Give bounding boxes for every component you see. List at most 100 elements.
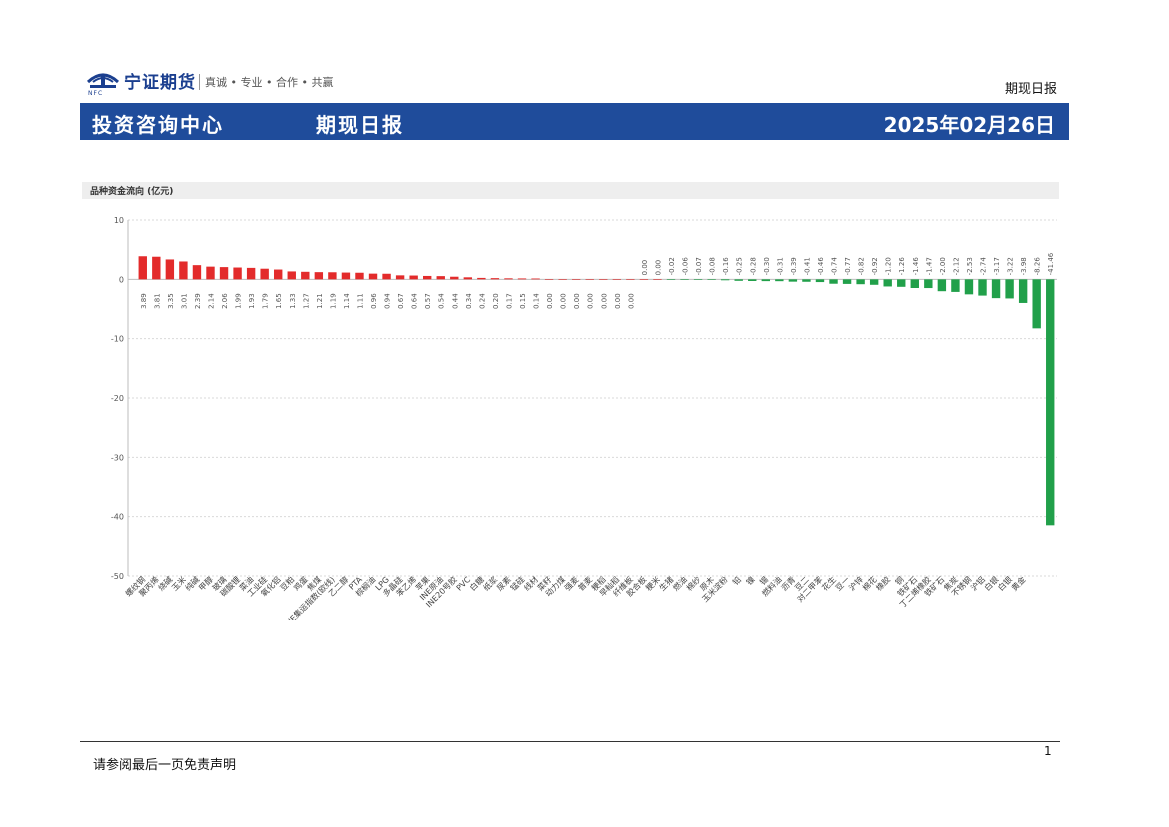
data-label: 1.27 [302, 293, 310, 309]
data-label: 0.67 [397, 293, 405, 309]
x-tick-label: 尿素 [494, 574, 512, 592]
data-label: 1.19 [329, 293, 337, 309]
bar [355, 272, 364, 280]
data-label: 0.34 [465, 293, 473, 309]
bar [680, 279, 689, 280]
data-label: 0.00 [614, 293, 622, 309]
bar [869, 279, 879, 285]
data-label: -0.41 [803, 257, 811, 275]
bar [788, 279, 798, 282]
data-label: -1.20 [885, 257, 893, 275]
y-tick-label: -30 [111, 453, 124, 462]
bar [219, 267, 229, 280]
bar [422, 275, 432, 280]
data-label: 1.79 [262, 293, 270, 309]
data-label: 0.15 [519, 293, 527, 309]
data-label: 0.00 [600, 293, 608, 309]
bar [802, 279, 811, 282]
bar [246, 267, 256, 280]
title-banner: 投资咨询中心 期现日报 2025年02月26日 [80, 103, 1069, 140]
data-label: 2.06 [221, 293, 229, 309]
page-number: 1 [1044, 744, 1052, 758]
data-label: -0.06 [682, 257, 690, 276]
data-label: 0.00 [627, 293, 635, 309]
disclaimer-note: 请参阅最后一页免责声明 [93, 758, 237, 773]
data-label: -0.77 [844, 257, 852, 275]
x-tick-label: 燃油 [671, 574, 689, 592]
data-label: 0.64 [411, 293, 419, 309]
bar [734, 279, 743, 281]
data-label: 2.14 [207, 293, 215, 309]
data-label: 1.21 [316, 293, 324, 309]
bar [409, 275, 418, 280]
bar [382, 273, 391, 280]
bar [233, 267, 242, 280]
x-tick-label: 花生 [820, 574, 838, 592]
bar [463, 277, 473, 280]
data-label: -0.08 [709, 257, 717, 275]
bar [937, 279, 947, 292]
bar [395, 275, 405, 280]
data-label: 0.57 [424, 293, 432, 309]
bar [1032, 279, 1041, 329]
x-tick-label: 粳米 [643, 574, 661, 592]
bar [477, 277, 486, 280]
bar [653, 279, 662, 280]
bar [192, 265, 202, 280]
x-tick-label: 鸡蛋 [291, 574, 309, 592]
logo-abbr: NFC [88, 90, 104, 97]
data-label: 1.99 [235, 293, 243, 309]
bar [639, 279, 649, 280]
data-label: -41.46 [1047, 252, 1055, 275]
bar [842, 279, 852, 284]
y-tick-label: -50 [111, 572, 124, 581]
bar [260, 268, 269, 280]
data-label: 3.01 [180, 293, 188, 309]
x-tick-label: 强麦 [562, 574, 580, 592]
bar [612, 279, 622, 280]
bar [910, 279, 919, 288]
bar [626, 279, 635, 280]
bar [883, 279, 892, 287]
data-label: -2.53 [966, 257, 974, 275]
x-tick-label: 生猪 [657, 574, 675, 592]
bar [450, 276, 459, 280]
data-label: 3.35 [167, 293, 175, 309]
company-logo: 宁证期货 NFC 真诚 • 专业 • 合作 • 共赢 [86, 66, 336, 100]
banner-department: 投资咨询中心 [92, 113, 224, 137]
chart-title: 品种资金流向 (亿元) [90, 187, 174, 197]
x-tick-label: 橡胶 [874, 574, 892, 592]
bar [341, 272, 351, 280]
x-tick-label: 豆粕 [278, 574, 296, 592]
bar [856, 279, 865, 285]
y-tick-label: 0 [119, 275, 124, 284]
bar [978, 279, 987, 296]
data-label: -0.25 [736, 257, 744, 275]
bar [490, 278, 500, 280]
fund-flow-bar-chart: 100-10-20-30-40-503.89螺纹钢3.81聚丙烯3.35烧碱3.… [111, 216, 1057, 620]
bar [897, 279, 906, 287]
data-label: 0.00 [560, 293, 568, 309]
data-label: -0.82 [858, 257, 866, 275]
data-label: 0.44 [451, 293, 459, 309]
logo-company-name: 宁证期货 [124, 73, 196, 93]
data-label: -0.31 [776, 257, 784, 275]
bar [707, 279, 716, 280]
data-label: 0.24 [478, 293, 486, 309]
data-label: 0.00 [587, 293, 595, 309]
banner-date: 2025年02月26日 [883, 113, 1055, 137]
chart-title-bar: 品种资金流向 (亿元) [82, 182, 1059, 199]
data-label: -0.39 [790, 257, 798, 275]
bar [1046, 279, 1055, 526]
bar [287, 271, 296, 280]
data-label: -2.74 [980, 257, 988, 276]
y-tick-label: -20 [111, 394, 124, 403]
data-label: -0.02 [668, 257, 676, 275]
bar [531, 278, 540, 280]
data-label: 0.00 [573, 293, 581, 309]
x-tick-label: 白糖 [467, 574, 485, 592]
data-label: -0.07 [695, 257, 703, 275]
bar [964, 279, 974, 295]
bar [504, 278, 513, 280]
data-label: -0.74 [831, 257, 839, 276]
